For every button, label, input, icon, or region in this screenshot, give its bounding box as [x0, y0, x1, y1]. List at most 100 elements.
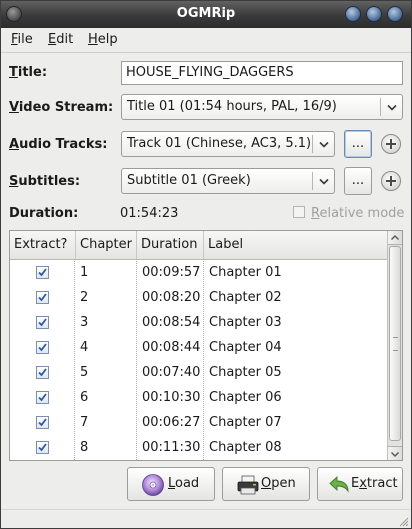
column-header-chapter[interactable]: Chapter	[76, 231, 137, 259]
check-icon	[38, 368, 47, 377]
column-header-duration[interactable]: Duration	[137, 231, 204, 259]
duration-cell: 00:11:30	[142, 440, 201, 455]
close-button[interactable]	[387, 6, 403, 22]
extract-checkbox[interactable]	[36, 316, 49, 329]
label-cell[interactable]: Chapter 08	[203, 435, 282, 460]
resize-grip-icon[interactable]	[397, 515, 409, 527]
table-row[interactable]: 8 00:11:30 Chapter 08	[10, 435, 387, 460]
status-bar	[1, 509, 411, 528]
audio-tracks-value: Track 01 (Chinese, AC3, 5.1)	[127, 136, 312, 151]
label-cell[interactable]: Chapter 05	[203, 360, 282, 385]
label-cell[interactable]: Chapter 06	[203, 385, 282, 410]
load-button[interactable]: Load	[127, 467, 215, 501]
checkbox-box	[293, 206, 305, 218]
audio-tracks-label: Audio Tracks:	[9, 137, 108, 152]
label-cell[interactable]: Chapter 03	[203, 310, 282, 335]
menu-help-label: elp	[97, 32, 118, 47]
menu-help[interactable]: Help	[88, 32, 118, 47]
label-cell[interactable]: Chapter 01	[203, 260, 282, 285]
chevron-down-icon	[319, 141, 329, 148]
label-cell[interactable]: Chapter 02	[203, 285, 282, 310]
label-cell[interactable]: Chapter 07	[203, 410, 282, 435]
chapter-cell: 7	[80, 415, 89, 430]
check-icon	[38, 293, 47, 302]
duration-cell: 00:08:54	[142, 315, 201, 330]
chevron-down-icon	[319, 178, 329, 185]
title-label: Title:	[9, 65, 48, 80]
table-scrollbar[interactable]	[387, 231, 402, 460]
extract-checkbox[interactable]	[36, 266, 49, 279]
scroll-up-button[interactable]	[388, 231, 402, 245]
title-input[interactable]: HOUSE_FLYING_DAGGERS	[121, 61, 403, 85]
chevron-up-icon	[391, 235, 399, 240]
chevron-down-icon	[387, 104, 397, 111]
table-row[interactable]: 7 00:06:27 Chapter 07	[10, 410, 387, 435]
audio-tracks-combo[interactable]: Track 01 (Chinese, AC3, 5.1)	[121, 131, 335, 157]
duration-cell: 00:10:30	[142, 390, 201, 405]
menu-edit[interactable]: Edit	[48, 32, 73, 47]
add-subtitle-icon[interactable]	[381, 171, 401, 191]
extract-checkbox[interactable]	[36, 391, 49, 404]
audio-more-button[interactable]: ...	[344, 130, 372, 158]
table-row[interactable]: 2 00:08:20 Chapter 02	[10, 285, 387, 310]
duration-cell: 00:06:27	[142, 415, 201, 430]
relative-mode-checkbox[interactable]: Relative mode	[293, 206, 404, 221]
table-row[interactable]: 4 00:08:44 Chapter 04	[10, 335, 387, 360]
arrow-back-icon	[329, 475, 349, 493]
relative-mode-label: elative mode	[319, 206, 405, 221]
check-icon	[38, 268, 47, 277]
table-header: Extract? Chapter Duration Label	[10, 231, 387, 260]
table-row[interactable]: 3 00:08:54 Chapter 03	[10, 310, 387, 335]
duration-cell: 00:08:20	[142, 290, 201, 305]
extract-checkbox[interactable]	[36, 416, 49, 429]
printer-icon	[237, 475, 259, 495]
video-stream-combo[interactable]: Title 01 (01:54 hours, PAL, 16/9)	[121, 94, 403, 120]
title-bar[interactable]: OGMRip	[1, 1, 411, 28]
extract-checkbox[interactable]	[36, 366, 49, 379]
check-icon	[38, 418, 47, 427]
chapter-cell: 5	[80, 365, 89, 380]
duration-label: Duration:	[9, 206, 79, 221]
maximize-button[interactable]	[366, 6, 382, 22]
duration-value: 01:54:23	[120, 206, 179, 221]
main-window: OGMRip File Edit Help Title: HOUSE_FLYIN…	[0, 0, 412, 529]
extract-button[interactable]: Extract	[317, 467, 403, 501]
check-icon	[38, 318, 47, 327]
menu-file[interactable]: File	[11, 32, 33, 47]
open-button[interactable]: Open	[222, 467, 310, 501]
scroll-thumb[interactable]	[389, 246, 401, 441]
extract-checkbox[interactable]	[36, 291, 49, 304]
menu-edit-label: dit	[56, 32, 74, 47]
column-header-label[interactable]: Label	[204, 231, 387, 259]
chapters-table: Extract? Chapter Duration Label 1 00:09:…	[9, 230, 403, 461]
check-icon	[38, 443, 47, 452]
column-header-extract[interactable]: Extract?	[10, 231, 76, 259]
chapter-cell: 6	[80, 390, 89, 405]
chevron-down-icon	[391, 452, 399, 457]
add-audio-icon[interactable]	[381, 134, 401, 154]
minimize-button[interactable]	[345, 6, 361, 22]
video-stream-value: Title 01 (01:54 hours, PAL, 16/9)	[127, 99, 337, 114]
subtitles-more-button[interactable]: ...	[344, 167, 372, 195]
table-row[interactable]: 1 00:09:57 Chapter 01	[10, 260, 387, 285]
scroll-down-button[interactable]	[388, 446, 402, 460]
chapter-cell: 3	[80, 315, 89, 330]
load-button-label: Load	[168, 476, 200, 491]
extract-button-label: Extract	[351, 476, 398, 491]
chapter-cell: 4	[80, 340, 89, 355]
menu-file-label: ile	[17, 32, 33, 47]
duration-cell: 00:08:44	[142, 340, 201, 355]
table-row[interactable]: 6 00:10:30 Chapter 06	[10, 385, 387, 410]
subtitles-combo[interactable]: Subtitle 01 (Greek)	[121, 168, 335, 194]
chapter-cell: 1	[80, 265, 89, 280]
menu-help-mnemonic: H	[88, 32, 98, 47]
table-row[interactable]: 5 00:07:40 Chapter 05	[10, 360, 387, 385]
extract-checkbox[interactable]	[36, 341, 49, 354]
menu-bar: File Edit Help	[1, 28, 411, 53]
disc-icon	[142, 474, 164, 496]
menu-edit-mnemonic: E	[48, 32, 57, 47]
label-cell[interactable]: Chapter 04	[203, 335, 282, 360]
subtitles-label: Subtitles:	[9, 174, 81, 189]
duration-cell: 00:09:57	[142, 265, 201, 280]
extract-checkbox[interactable]	[36, 441, 49, 454]
